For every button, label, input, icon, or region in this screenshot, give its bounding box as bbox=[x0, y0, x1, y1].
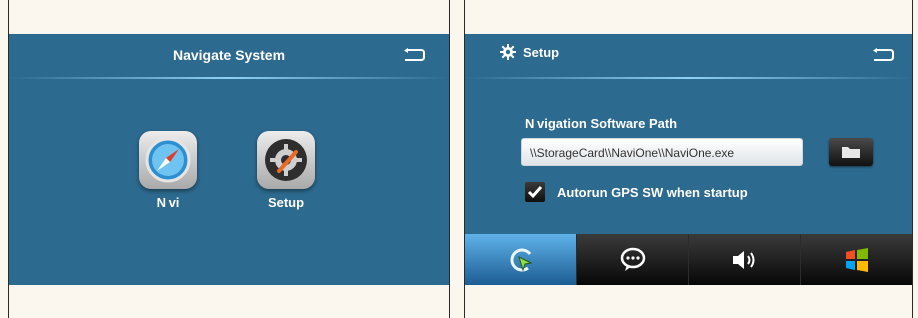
back-icon[interactable] bbox=[872, 48, 894, 62]
navigation-icon bbox=[510, 248, 533, 272]
title-divider bbox=[9, 77, 449, 79]
navi-tile bbox=[139, 131, 197, 189]
page-title: Setup bbox=[523, 45, 560, 60]
autorun-label: Autorun GPS SW when startup bbox=[557, 185, 748, 200]
setup-label: Setup bbox=[267, 195, 305, 210]
navigation-path-label: N vigation Software Path bbox=[525, 116, 678, 131]
checkmark-icon bbox=[527, 186, 543, 199]
page-title: Navigate System bbox=[172, 47, 286, 63]
tab-windows[interactable] bbox=[801, 234, 912, 285]
windows-icon bbox=[845, 247, 868, 272]
volume-icon bbox=[732, 250, 754, 269]
settings-gear-icon bbox=[265, 139, 307, 181]
navi-app-button[interactable]: N vi bbox=[131, 131, 205, 210]
navigation-path-input[interactable]: \\StorageCard\\NaviOne\\NaviOne.exe bbox=[521, 138, 803, 166]
tab-navigation[interactable] bbox=[465, 234, 577, 285]
autorun-checkbox[interactable] bbox=[525, 182, 545, 202]
setup-app-button[interactable]: Setup bbox=[249, 131, 323, 210]
tab-volume[interactable] bbox=[689, 234, 801, 285]
chat-icon bbox=[620, 247, 645, 271]
title-bar: Setup bbox=[465, 34, 912, 78]
navi-label: N vi bbox=[156, 195, 180, 210]
setup-tile bbox=[257, 131, 315, 189]
setup-screen: Setup N vigation Software Path \\Storage… bbox=[465, 34, 912, 285]
bottom-tab-bar bbox=[465, 234, 912, 285]
back-icon[interactable] bbox=[403, 48, 425, 62]
title-divider bbox=[465, 77, 912, 79]
browse-folder-button[interactable] bbox=[829, 138, 873, 166]
compass-icon bbox=[145, 137, 191, 183]
navigate-system-panel: Navigate System N vi Setup bbox=[8, 0, 450, 318]
navigate-system-screen: Navigate System N vi Setup bbox=[9, 34, 449, 285]
title-bar: Navigate System bbox=[9, 34, 449, 78]
gear-icon bbox=[500, 44, 516, 60]
setup-panel: Setup N vigation Software Path \\Storage… bbox=[464, 0, 913, 318]
tab-chat[interactable] bbox=[577, 234, 689, 285]
folder-icon bbox=[842, 147, 860, 158]
